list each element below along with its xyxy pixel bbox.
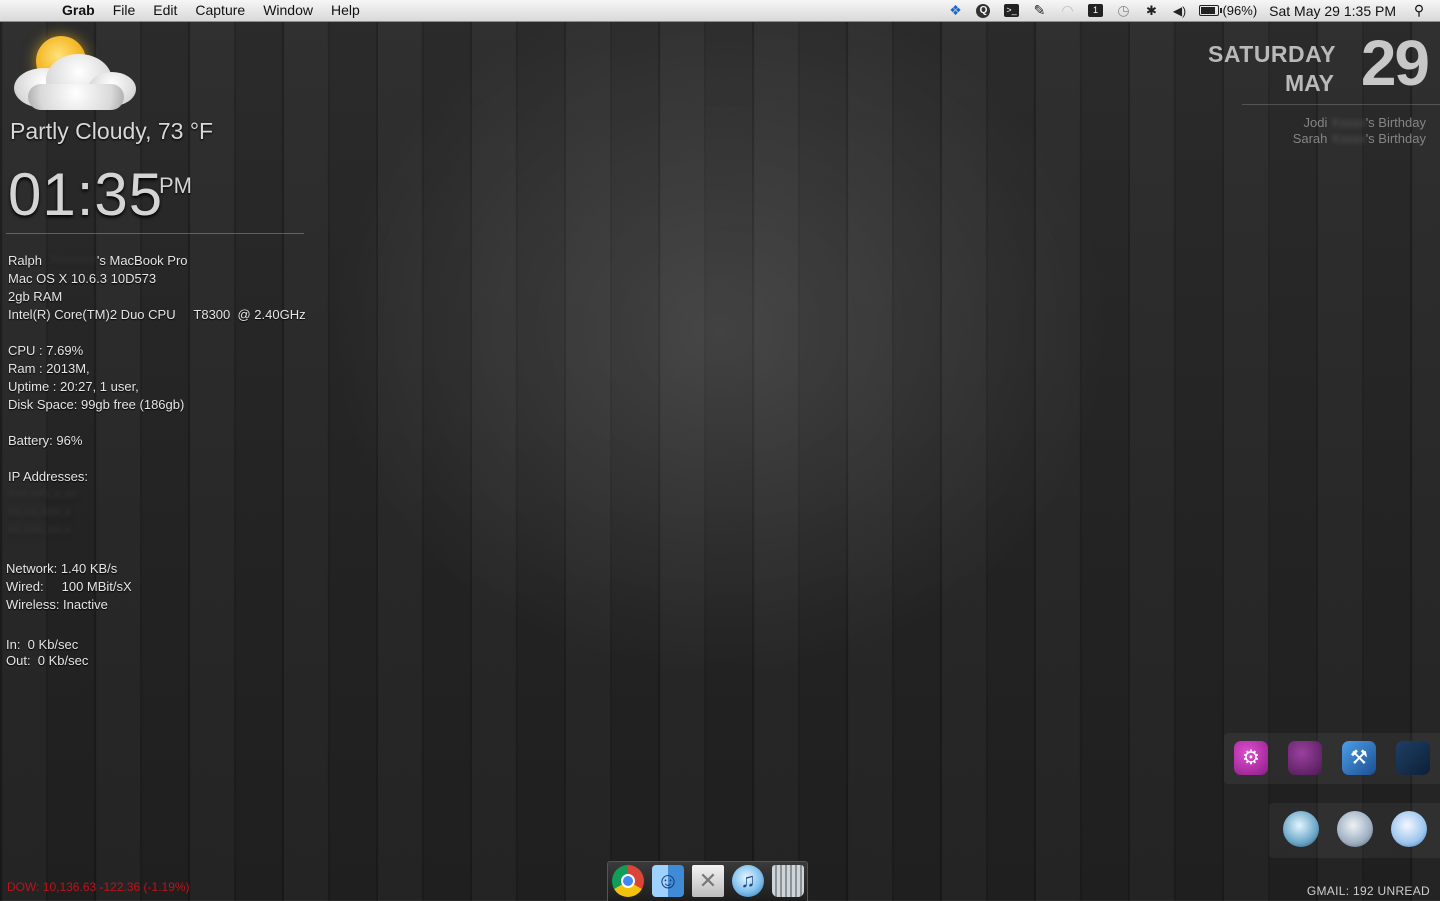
- event-name: Jodi: [1303, 115, 1328, 130]
- machine-suffix: 's MacBook Pro: [96, 253, 188, 268]
- network-info: Network: 1.40 KB/s Wired: 100 MBit/sX Wi…: [6, 560, 132, 614]
- app-launcher-group: ⚙ ⚒: [1224, 733, 1440, 784]
- redacted-ip: xx.xxx.xx.x: [8, 523, 71, 538]
- volume-icon[interactable]: ◀): [1165, 0, 1193, 21]
- dock: [607, 861, 808, 901]
- redacted-text: Xxxxx: [1331, 131, 1366, 146]
- network-out: Out: 0 Kb/sec: [6, 653, 89, 668]
- day-number: 29: [1360, 27, 1430, 99]
- os-version: Mac OS X 10.6.3 10D573: [8, 271, 157, 286]
- owner-first-name: Ralph: [8, 253, 42, 268]
- onepassword-icon[interactable]: 1: [1081, 0, 1109, 21]
- disk-space: Disk Space: 99gb free (186gb): [8, 397, 185, 412]
- mail-icon[interactable]: [692, 865, 724, 897]
- uptime: Uptime : 20:27, 1 user,: [8, 379, 139, 394]
- redacted-ip: xx.xx.xxx.x: [8, 505, 71, 520]
- redacted-text: Xxxxxxx: [45, 253, 97, 268]
- cpu-model: Intel(R) Core(TM)2 Duo CPU T8300 @ 2.40G…: [8, 307, 306, 322]
- terminal-icon[interactable]: >_: [997, 0, 1025, 21]
- date-widget: SATURDAY MAY 29: [1208, 27, 1430, 104]
- wireless-status: Wireless: Inactive: [6, 597, 108, 612]
- ram-usage: Ram : 2013M,: [8, 361, 90, 376]
- finder-globe-icon[interactable]: [1283, 811, 1319, 847]
- bluetooth-icon[interactable]: ✱: [1137, 0, 1165, 21]
- clock-time: 01:35: [8, 161, 164, 228]
- network-in: In: 0 Kb/sec: [6, 637, 79, 652]
- event-item: Jodi Xxxxx's Birthday: [1293, 115, 1426, 131]
- redacted-text: Xxxxx: [1331, 115, 1366, 130]
- evernote-icon[interactable]: ✎: [1025, 0, 1053, 21]
- menu-file[interactable]: File: [104, 0, 145, 21]
- event-name: Sarah: [1292, 131, 1328, 146]
- event-item: Sarah Xxxxx's Birthday: [1293, 131, 1426, 147]
- time-machine-icon[interactable]: ◷: [1109, 0, 1137, 21]
- xcode-hammer-icon[interactable]: ⚒: [1342, 741, 1376, 775]
- menubar-clock[interactable]: Sat May 29 1:35 PM: [1263, 3, 1406, 19]
- event-suffix: 's Birthday: [1365, 115, 1426, 130]
- machine-name: Ralph Xxxxxxx's MacBook Pro: [8, 252, 306, 270]
- dropbox-icon[interactable]: ❖: [941, 0, 969, 21]
- chrome-icon[interactable]: [612, 865, 644, 897]
- ip-label: IP Addresses:: [8, 469, 88, 484]
- menu-bar: Grab File Edit Capture Window Help ❖ Q >…: [0, 0, 1440, 22]
- divider: [1242, 104, 1440, 105]
- gmail-unread-count[interactable]: GMAIL: 192 UNREAD: [1307, 884, 1430, 898]
- battery-status: Battery: 96%: [8, 433, 83, 448]
- system-info: Ralph Xxxxxxx's MacBook Pro Mac OS X 10.…: [8, 252, 306, 540]
- battery-indicator[interactable]: (96%): [1193, 3, 1263, 18]
- redacted-ip: xxx.xxx.x.xx: [8, 487, 78, 502]
- menu-help[interactable]: Help: [322, 0, 369, 21]
- quicksilver-icon[interactable]: Q: [969, 0, 997, 21]
- app-purple-icon[interactable]: [1288, 741, 1322, 775]
- finder-icon[interactable]: [652, 865, 684, 897]
- day-name: SATURDAY: [1208, 41, 1336, 67]
- event-suffix: 's Birthday: [1365, 131, 1426, 146]
- cpu-usage: CPU : 7.69%: [8, 343, 84, 358]
- divider: [6, 233, 304, 234]
- internet-explorer-icon[interactable]: [1391, 811, 1427, 847]
- menu-app-grab[interactable]: Grab: [53, 0, 104, 21]
- network-speed: Network: 1.40 KB/s: [6, 561, 118, 576]
- itunes-icon[interactable]: [732, 865, 764, 897]
- ram-total: 2gb RAM: [8, 289, 63, 304]
- menu-window[interactable]: Window: [254, 0, 322, 21]
- clock-ampm: PM: [159, 173, 192, 198]
- month-name: MAY: [1285, 70, 1334, 96]
- weather-condition: Partly Cloudy, 73 °F: [10, 118, 214, 144]
- menu-edit[interactable]: Edit: [144, 0, 186, 21]
- menu-capture[interactable]: Capture: [186, 0, 254, 21]
- trash-icon[interactable]: [772, 865, 804, 897]
- app-gears-icon[interactable]: ⚙: [1234, 741, 1268, 775]
- wired-status: Wired: 100 MBit/sX: [6, 579, 132, 594]
- stock-ticker: DOW: 10,136.63 -122.36 (-1.19%): [7, 880, 190, 894]
- wifi-icon[interactable]: ◠: [1053, 0, 1081, 21]
- battery-percent: (96%): [1222, 3, 1258, 18]
- app-launcher-group: [1269, 803, 1440, 858]
- battery-icon: [1199, 5, 1223, 16]
- safari-icon[interactable]: [1337, 811, 1373, 847]
- network-io: In: 0 Kb/sec Out: 0 Kb/sec: [6, 637, 88, 669]
- calendar-events: Jodi Xxxxx's Birthday Sarah Xxxxx's Birt…: [1293, 115, 1426, 147]
- spotlight-icon[interactable]: ⚲: [1406, 2, 1432, 19]
- app-dark-blue-icon[interactable]: [1396, 741, 1430, 775]
